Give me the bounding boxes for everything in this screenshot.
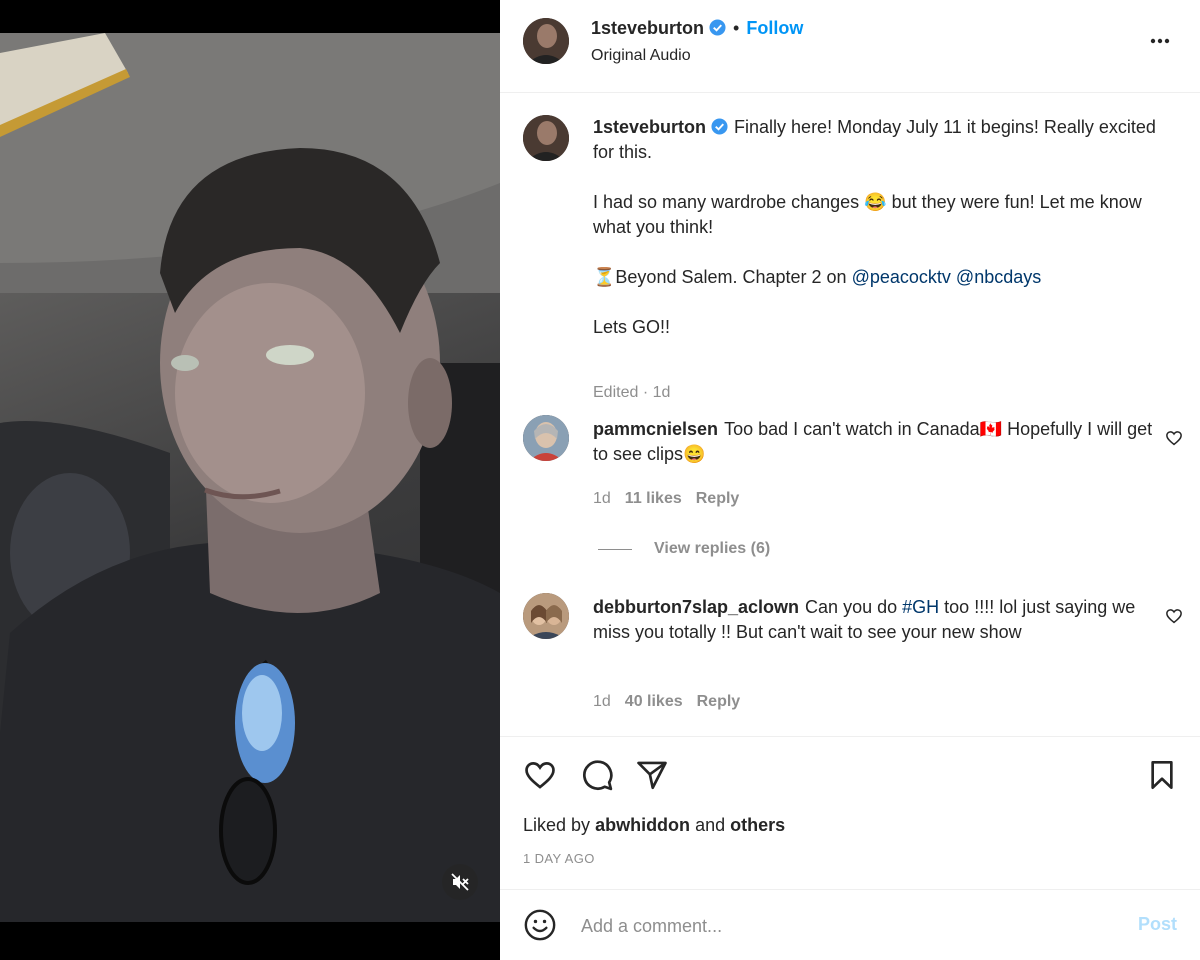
more-options-icon[interactable] [1148, 26, 1172, 50]
comment-like-heart-icon[interactable] [1165, 607, 1183, 625]
caption-line4: Lets GO!! [593, 317, 671, 337]
author-avatar-caption[interactable] [523, 115, 569, 161]
smiley-icon[interactable] [523, 908, 557, 942]
comment-item: debburton7slap_aclown Can you do #GH too … [523, 593, 1183, 733]
post-header: 1steveburton • Follow Original Audio [500, 0, 1200, 93]
post-media [0, 0, 500, 960]
bookmark-icon[interactable] [1146, 758, 1178, 792]
commenter-username[interactable]: pammcnielsen [593, 419, 718, 439]
mention-peacocktv[interactable]: @peacocktv [852, 267, 951, 287]
caption-text: 1steveburton Finally here! Monday July 11… [593, 115, 1158, 340]
liked-by-text: Liked by abwhiddon and others [523, 815, 785, 836]
video-player[interactable] [0, 33, 500, 922]
liked-by-prefix: Liked by [523, 815, 591, 835]
comment-text: pammcnielsen Too bad I can't watch in Can… [593, 417, 1158, 467]
hashtag-gh[interactable]: #GH [902, 597, 939, 617]
comment-likes[interactable]: 11 likes [625, 490, 682, 507]
follow-button[interactable]: Follow [746, 18, 803, 38]
liked-by-and: and [695, 815, 726, 835]
comment-time: 1d [593, 693, 611, 710]
add-comment-bar: Post [500, 889, 1200, 960]
caption-line3-prefix: ⏳Beyond Salem. Chapter 2 on [593, 267, 847, 287]
comments-section: 1steveburton Finally here! Monday July 11… [500, 93, 1200, 736]
post-actions: Liked by abwhiddon and others 1 DAY AGO [500, 736, 1200, 890]
replies-divider [598, 548, 632, 550]
comment-meta: 1d 40 likes Reply [593, 693, 754, 711]
comment-bubble-icon[interactable] [580, 758, 614, 792]
comment-reply-button[interactable]: Reply [696, 490, 740, 507]
author-avatar[interactable] [523, 18, 569, 64]
caption-username[interactable]: 1steveburton [593, 117, 706, 137]
commenter-avatar[interactable] [523, 415, 569, 461]
caption-line3: ⏳Beyond Salem. Chapter 2 on @peacocktv @… [593, 265, 1158, 290]
heart-icon[interactable] [523, 758, 557, 792]
paper-plane-icon[interactable] [635, 758, 669, 792]
audio-label[interactable]: Original Audio [591, 47, 691, 65]
muted-speaker-icon [451, 873, 469, 891]
comment-likes[interactable]: 40 likes [625, 693, 683, 710]
verified-badge-icon [709, 19, 726, 36]
separator-dot: • [733, 18, 740, 38]
verified-badge-icon [711, 118, 728, 135]
mute-toggle-button[interactable] [442, 864, 478, 900]
post-details-panel: 1steveburton • Follow Original Audio 1stev… [500, 0, 1200, 960]
caption: 1steveburton Finally here! Monday July 11… [523, 115, 1183, 401]
view-replies-label: View replies (6) [654, 540, 771, 557]
comment-like-heart-icon[interactable] [1165, 429, 1183, 447]
commenter-username[interactable]: debburton7slap_aclown [593, 597, 799, 617]
comment-text: debburton7slap_aclown Can you do #GH too … [593, 595, 1158, 645]
author-username[interactable]: 1steveburton [591, 18, 704, 38]
liked-by-user[interactable]: abwhiddon [595, 815, 690, 835]
commenter-avatar[interactable] [523, 593, 569, 639]
caption-line2: I had so many wardrobe changes 😂 but the… [593, 192, 1142, 237]
view-replies-button[interactable]: View replies (6) [598, 540, 770, 558]
comment-time: 1d [593, 490, 611, 507]
caption-edited-time: Edited · 1d [593, 384, 671, 401]
liked-by-others[interactable]: others [730, 815, 785, 835]
comment-body-start: Can you do [805, 597, 898, 617]
post-comment-button[interactable]: Post [1138, 914, 1177, 935]
add-comment-input[interactable] [579, 909, 1103, 943]
comment-meta: 1d 11 likes Reply [593, 490, 753, 508]
video-frame-image [0, 33, 500, 922]
post-timestamp[interactable]: 1 DAY AGO [523, 851, 595, 866]
comment-reply-button[interactable]: Reply [697, 693, 741, 710]
mention-nbcdays[interactable]: @nbcdays [956, 267, 1041, 287]
